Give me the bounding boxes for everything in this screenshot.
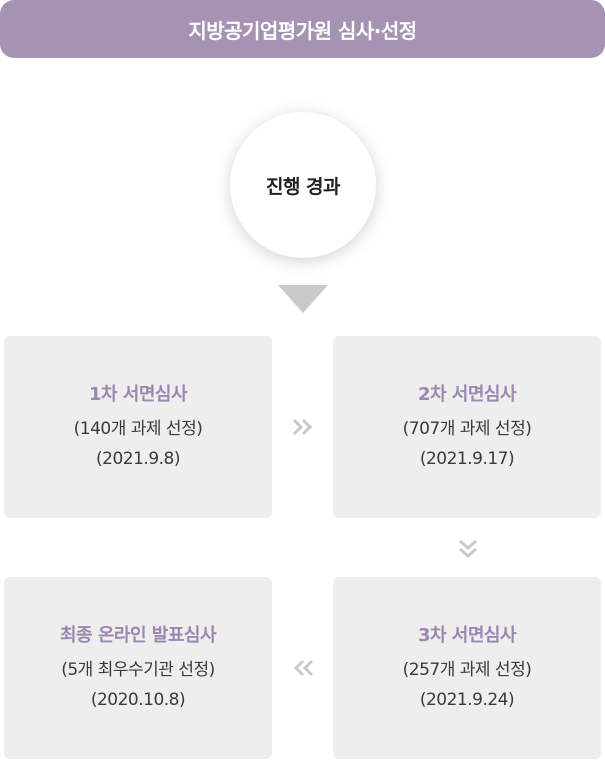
double-chevron-left-icon (292, 659, 314, 677)
step-date: (2021.9.17) (419, 449, 515, 469)
progress-label: 진행 경과 (265, 175, 341, 198)
header-banner: 지방공기업평가원 심사·선정 (0, 0, 605, 58)
banner-title: 지방공기업평가원 심사·선정 (188, 18, 417, 43)
step-box-2: 2차 서면심사 (707개 과제 선정) (2021.9.17) (333, 336, 601, 518)
step-date: (2021.9.8) (96, 449, 180, 469)
step-detail: (707개 과제 선정) (402, 419, 532, 439)
step-detail: (140개 과제 선정) (73, 419, 203, 439)
step-title: 1차 서면심사 (88, 384, 188, 405)
progress-circle: 진행 경과 (230, 112, 376, 258)
down-triangle-arrow-icon (278, 285, 328, 313)
step-title: 최종 온라인 발표심사 (59, 625, 217, 646)
double-chevron-right-icon (292, 418, 314, 436)
step-detail: (257개 과제 선정) (402, 660, 532, 680)
step-detail: (5개 최우수기관 선정) (61, 660, 215, 680)
step-title: 2차 서면심사 (417, 384, 517, 405)
step-box-3: 3차 서면심사 (257개 과제 선정) (2021.9.24) (333, 577, 601, 759)
step-title: 3차 서면심사 (417, 625, 517, 646)
step-date: (2020.10.8) (90, 690, 186, 710)
step-box-1: 1차 서면심사 (140개 과제 선정) (2021.9.8) (4, 336, 272, 518)
step-date: (2021.9.24) (419, 690, 515, 710)
double-chevron-down-icon (457, 539, 479, 559)
step-box-4: 최종 온라인 발표심사 (5개 최우수기관 선정) (2020.10.8) (4, 577, 272, 759)
